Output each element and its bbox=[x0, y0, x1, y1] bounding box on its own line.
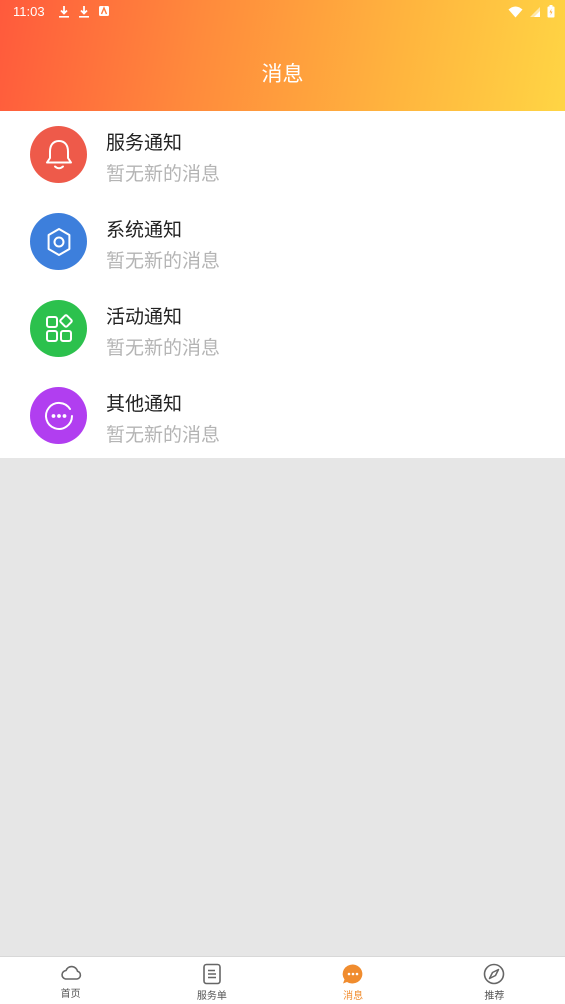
notification-subtitle: 暂无新的消息 bbox=[106, 163, 221, 185]
wifi-icon bbox=[508, 6, 523, 17]
chat-bubble-icon bbox=[342, 964, 363, 984]
document-icon bbox=[203, 963, 221, 985]
notification-title: 系统通知 bbox=[106, 219, 183, 241]
notification-subtitle: 暂无新的消息 bbox=[106, 337, 221, 359]
tab-home[interactable]: 首页 bbox=[0, 957, 141, 1004]
tab-label: 推荐 bbox=[484, 991, 505, 1002]
notification-item-activity[interactable]: 活动通知 暂无新的消息 bbox=[0, 285, 565, 371]
page-title: 消息 bbox=[261, 62, 304, 86]
tab-recommend[interactable]: 推荐 bbox=[424, 957, 565, 1004]
app-header: 11:03 消息 bbox=[0, 0, 565, 111]
tab-messages[interactable]: 消息 bbox=[283, 957, 424, 1004]
tab-label: 服务单 bbox=[196, 991, 227, 1002]
status-system-icons bbox=[508, 5, 555, 18]
bell-icon bbox=[30, 126, 87, 183]
notification-list: 服务通知 暂无新的消息 系统通知 暂无新的消息 活动通知 暂无新的消息 其他通知… bbox=[0, 111, 565, 458]
tab-service-orders[interactable]: 服务单 bbox=[141, 957, 282, 1004]
bottom-tab-bar: 首页 服务单 消息 推荐 bbox=[0, 956, 565, 1004]
status-time: 11:03 bbox=[13, 4, 45, 19]
notification-item-service[interactable]: 服务通知 暂无新的消息 bbox=[0, 111, 565, 197]
download-icon bbox=[59, 6, 69, 18]
notification-item-other[interactable]: 其他通知 暂无新的消息 bbox=[0, 372, 565, 458]
tab-label: 首页 bbox=[60, 989, 81, 1000]
app-notification-icon bbox=[99, 6, 109, 16]
status-bar: 11:03 bbox=[0, 0, 565, 24]
more-chat-icon bbox=[30, 387, 87, 444]
signal-icon bbox=[530, 6, 540, 17]
gear-icon bbox=[30, 213, 87, 270]
tab-label: 消息 bbox=[343, 991, 364, 1002]
cloud-icon bbox=[60, 965, 81, 980]
notification-subtitle: 暂无新的消息 bbox=[106, 250, 221, 272]
notification-title: 服务通知 bbox=[106, 132, 183, 154]
notification-subtitle: 暂无新的消息 bbox=[106, 424, 221, 446]
compass-icon bbox=[484, 963, 505, 985]
notification-title: 活动通知 bbox=[106, 306, 183, 328]
apps-icon bbox=[30, 300, 87, 357]
battery-icon bbox=[547, 5, 555, 18]
notification-item-system[interactable]: 系统通知 暂无新的消息 bbox=[0, 198, 565, 284]
download-icon bbox=[79, 6, 89, 18]
notification-title: 其他通知 bbox=[106, 393, 183, 415]
status-notification-icons bbox=[58, 5, 110, 18]
